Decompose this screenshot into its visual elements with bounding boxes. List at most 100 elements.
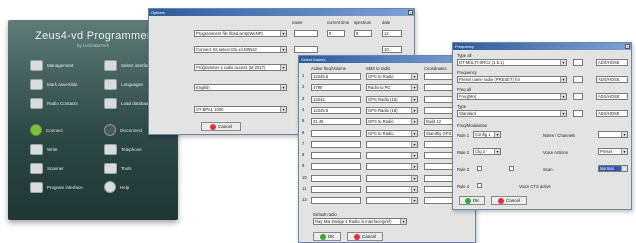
button-label: Telephone [121, 146, 142, 152]
grid-checkbox[interactable] [477, 183, 482, 188]
frequency-select-4[interactable]: Standard [457, 110, 567, 117]
frame-freq-field[interactable]: 13342 [311, 95, 361, 103]
languages-button[interactable]: Languages [104, 77, 143, 91]
options-field[interactable]: 8 [354, 30, 372, 37]
options-cancel-button[interactable]: Cancel [201, 122, 241, 131]
frequency-type[interactable]: ADS/HOSE [596, 76, 628, 83]
frame-sms-select[interactable]: GPS Radio (15) [366, 95, 418, 103]
frame-sms-select[interactable] [366, 152, 418, 160]
frequency-cancel-button[interactable]: Cancel [491, 196, 527, 205]
write-button[interactable]: Write [30, 142, 57, 156]
frequency-field[interactable] [573, 93, 583, 100]
col-header: Coordinates [424, 66, 447, 71]
options-select-2[interactable]: Connect rts.setvar.Gsi.xd.BrtNs3 [194, 46, 287, 53]
grid-right-select[interactable]: Preset [598, 148, 628, 155]
frame-sms-select[interactable] [366, 186, 418, 193]
frequency-type[interactable]: ADS/HOSE [596, 93, 628, 100]
frame-freq-field[interactable] [311, 140, 361, 148]
frequency-ok-button[interactable]: OK [459, 196, 485, 205]
frame-freq-field[interactable] [311, 129, 361, 137]
frame-row-number: 1 [302, 73, 305, 78]
frame-sms-select[interactable]: GPS Radio (18) [366, 106, 418, 114]
frame-freq-field[interactable]: 12345.6 [311, 73, 361, 80]
options-select-4[interactable]: English [194, 84, 287, 91]
tools-button[interactable]: Tools [104, 161, 132, 175]
grid-right-label: Notes / Channels [543, 133, 576, 138]
mark-assemble-button[interactable]: Mark assemble [30, 77, 78, 91]
scanner-button[interactable]: Scanner [30, 161, 64, 175]
grid-select[interactable]: Cfg 2 [473, 148, 501, 155]
frame-row-number: 2 [302, 84, 305, 90]
frequency-select-2[interactable]: Preset name radio (PRESET) for [457, 76, 567, 83]
options-field[interactable] [294, 46, 318, 53]
frame-sms-select[interactable] [366, 197, 418, 205]
frequency-field[interactable] [573, 76, 583, 83]
frame-sms-select[interactable] [366, 140, 418, 148]
frame-freq-field[interactable] [311, 186, 361, 193]
frames-cancel-button[interactable]: Cancel [347, 232, 383, 241]
button-label: Mark assemble [47, 81, 78, 87]
grid-right-select[interactable] [598, 131, 628, 138]
program-interface-button[interactable]: Program interface [30, 180, 83, 194]
pencil-icon [30, 143, 43, 155]
select-frames-dialog: Select frames × Active freq/Volume SMS t… [298, 55, 476, 243]
grid-checkbox[interactable] [477, 166, 482, 171]
frame-sms-select[interactable] [366, 163, 418, 171]
col-header: Active freq/Volume [311, 66, 346, 71]
frequency-select-1[interactable]: DT-MULTI-SRC2 (1.5.1) [457, 59, 567, 66]
telephone-button[interactable]: Telephone [104, 142, 142, 156]
frame-freq-field[interactable]: 12345.6 [311, 106, 361, 114]
help-button[interactable]: Help [104, 180, 129, 194]
frame-row-number: 11 [302, 186, 307, 191]
grid-checkbox[interactable] [509, 166, 514, 171]
grid-right-select-selected[interactable]: Normal [598, 165, 628, 172]
select-interface-button[interactable]: Select interface [104, 58, 152, 72]
col-header: date [382, 20, 391, 25]
radio-contacts-button[interactable]: Radio Contacts [30, 96, 78, 110]
frame-sms-select[interactable]: GPS to Radio [366, 129, 418, 137]
close-icon[interactable]: × [408, 10, 413, 15]
grid-label: Rule 2 [457, 150, 470, 155]
options-select-1[interactable]: Programmers file bbsd.wntp(WeNP) [194, 30, 287, 37]
options-field[interactable]: 12 [382, 30, 402, 37]
arrow-left-icon [30, 124, 42, 136]
frame-sms-select[interactable]: GPS to Radio [366, 118, 418, 126]
frequency-field[interactable] [573, 59, 583, 66]
frames-ok-button[interactable]: OK [313, 232, 341, 241]
options-label: Freq/Modulation [457, 123, 488, 128]
options-field[interactable] [294, 30, 318, 37]
load-databases-button[interactable]: Load databases [104, 96, 153, 110]
ok-label: OK [472, 198, 480, 203]
frame-row-number: 3 [302, 95, 305, 101]
options-select-5[interactable]: SY-BPA1 1000 [194, 106, 287, 113]
frame-freq-field[interactable]: 31.45 [311, 118, 361, 126]
monitor-icon [30, 59, 43, 71]
grid-select[interactable]: Config 1 [473, 131, 501, 138]
disconnect-button[interactable]: Disconnect [104, 123, 142, 137]
cancel-label: Cancel [361, 234, 376, 239]
frame-freq-field[interactable] [311, 163, 361, 171]
frame-freq-field[interactable] [311, 174, 361, 182]
cancel-label: Cancel [217, 124, 232, 129]
radio-icon [30, 97, 43, 109]
close-icon[interactable]: × [625, 44, 630, 49]
options-field[interactable]: 10 [382, 46, 402, 53]
frame-sms-select[interactable]: GPS to Radio [366, 73, 418, 80]
frequency-type[interactable]: ADS/HOSE [596, 59, 628, 66]
options-field[interactable]: 8 [327, 30, 345, 37]
default-radio-label: Default radio [313, 212, 337, 217]
section-label: Type all [457, 53, 472, 58]
management-button[interactable]: Management [30, 58, 73, 72]
default-radio-select[interactable]: Ray Mar Bridge 4 Radio in Interface(pref… [313, 218, 407, 225]
frequency-field[interactable] [573, 110, 583, 117]
frame-freq-field[interactable]: 4790 [311, 84, 361, 92]
frame-freq-field[interactable] [311, 197, 361, 205]
ok-icon [464, 197, 471, 204]
frame-freq-field[interactable] [311, 152, 361, 160]
frequency-type[interactable]: ADS/HOSE [596, 110, 628, 117]
options-select-3[interactable]: Programmer 4 radio access (M 2017) [194, 64, 287, 71]
connect-button[interactable]: Connect [30, 123, 63, 137]
frame-sms-select[interactable]: Radio to PC [366, 84, 418, 92]
frame-sms-select[interactable] [366, 174, 418, 182]
frequency-select-3[interactable]: Freq(Mo) [457, 93, 567, 100]
